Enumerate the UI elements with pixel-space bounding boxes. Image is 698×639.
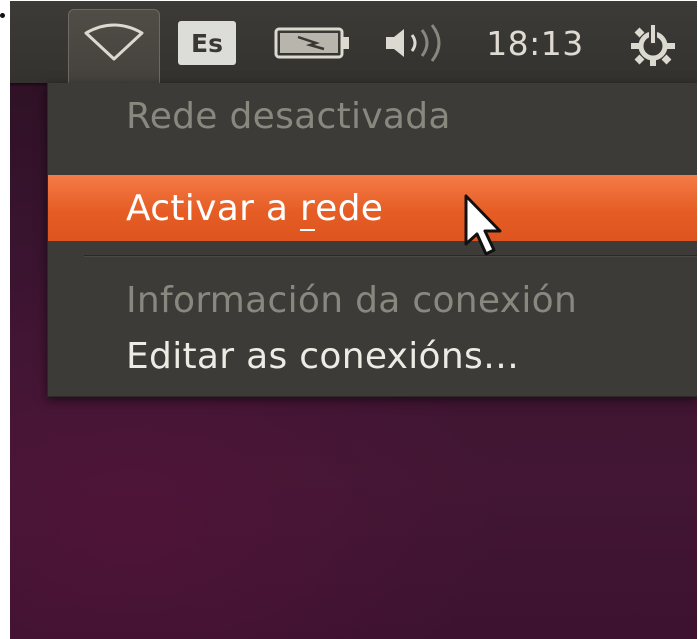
mouse-cursor-icon xyxy=(462,194,506,258)
menu-item-label: Rede desactivada xyxy=(126,95,451,137)
menu-item-edit-connections[interactable]: Editar as conexións… xyxy=(48,323,697,389)
menu-item-label: Información da conexión xyxy=(126,279,578,321)
screenshot-frame: Es 18:13 Rede desactivada Activar a rede… xyxy=(0,0,698,639)
menu-item-label: Editar as conexións… xyxy=(126,335,520,377)
clock[interactable]: 18:13 xyxy=(478,19,592,67)
network-menu: Rede desactivada Activar a rede Informac… xyxy=(47,83,697,397)
volume-icon[interactable] xyxy=(380,23,458,63)
menu-item-enable-network[interactable]: Activar a rede xyxy=(48,175,697,241)
menu-separator xyxy=(84,255,697,257)
menu-item-label: Activar a rede xyxy=(126,187,384,229)
list-bullet xyxy=(0,13,5,18)
mnemonic-letter: r xyxy=(300,187,316,229)
wifi-icon[interactable] xyxy=(82,23,146,63)
desktop: Es 18:13 Rede desactivada Activar a rede… xyxy=(10,1,697,639)
keyboard-layout-label: Es xyxy=(191,28,223,58)
keyboard-layout-indicator[interactable]: Es xyxy=(178,21,236,65)
power-gear-icon[interactable] xyxy=(626,21,680,67)
menu-item-network-disabled: Rede desactivada xyxy=(48,83,697,149)
battery-charging-icon[interactable] xyxy=(272,25,356,61)
clock-time: 18:13 xyxy=(486,23,584,63)
